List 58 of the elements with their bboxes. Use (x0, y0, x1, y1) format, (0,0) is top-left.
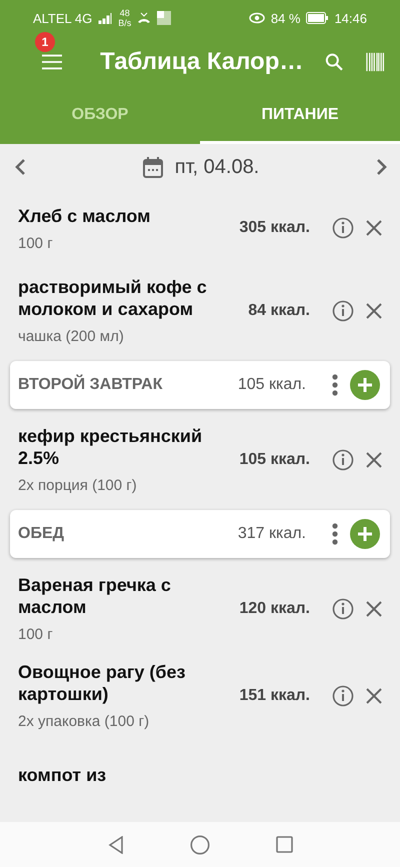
add-food-icon[interactable] (350, 519, 380, 549)
remove-icon[interactable] (366, 688, 382, 704)
tab[interactable]: ПИТАНИЕ (200, 88, 400, 144)
calendar-icon (142, 156, 163, 178)
speed-value: 48 (120, 8, 130, 18)
food-calories: 305 ккал. (239, 219, 310, 237)
eye-icon (248, 12, 265, 24)
remove-icon[interactable] (366, 452, 382, 468)
clock: 14:46 (334, 10, 367, 26)
tab[interactable]: ОБЗОР (0, 88, 200, 144)
back-icon[interactable] (108, 836, 124, 854)
food-portion: 2x упаковка (100 г) (18, 713, 150, 730)
missed-call-icon (137, 12, 152, 24)
meal-calories: 105 ккал. (238, 376, 306, 394)
info-icon[interactable] (332, 598, 354, 620)
food-portion: 100 г (18, 234, 54, 252)
food-calories: 105 ккал. (239, 450, 310, 468)
remove-icon[interactable] (366, 302, 382, 318)
battery-percent: 84 % (270, 10, 300, 26)
speed-unit: B/s (118, 18, 132, 28)
signal-icon (98, 12, 112, 24)
search-icon[interactable] (325, 52, 344, 72)
info-icon[interactable] (332, 684, 354, 706)
carrier-label: ALTEL 4G (33, 10, 92, 26)
more-options-icon[interactable] (332, 523, 338, 545)
app-notification-icon (157, 11, 172, 25)
food-name: компот из (18, 764, 108, 786)
next-day-icon[interactable] (376, 158, 388, 176)
food-calories: 151 ккал. (239, 686, 310, 704)
info-icon[interactable] (332, 217, 354, 239)
food-portion: 2x порция (100 г) (18, 477, 138, 494)
food-name: Хлеб с маслом (18, 204, 152, 226)
food-name: растворимый кофе с молоком и сахаром (18, 276, 208, 320)
barcode-icon[interactable] (366, 52, 384, 72)
menu-icon[interactable] (42, 54, 62, 70)
add-food-icon[interactable] (350, 370, 380, 400)
recent-apps-icon[interactable] (276, 836, 292, 853)
food-portion: 100 г (18, 626, 54, 643)
meal-name: ВТОРОЙ ЗАВТРАК (18, 376, 164, 394)
more-options-icon[interactable] (332, 374, 338, 396)
info-icon[interactable] (332, 448, 354, 470)
previous-day-icon[interactable] (14, 158, 26, 176)
remove-icon[interactable] (366, 600, 382, 616)
home-icon[interactable] (190, 834, 210, 854)
food-calories: 84 ккал. (248, 302, 310, 320)
food-name: Вареная гречка с маслом (18, 574, 172, 618)
date-label[interactable]: пт, 04.08. (174, 156, 260, 178)
food-calories: 120 ккал. (239, 600, 310, 618)
app-title: Таблица Калор… (100, 48, 304, 76)
food-name: кефир крестьянский 2.5% (18, 425, 204, 469)
remove-icon[interactable] (366, 220, 382, 236)
food-name: Овощное рагу (без картошки) (18, 661, 186, 705)
battery-icon (306, 12, 328, 24)
food-portion: чашка (200 мл) (18, 328, 125, 345)
info-icon[interactable] (332, 300, 354, 322)
notification-badge: 1 (35, 32, 55, 52)
meal-name: ОБЕД (18, 525, 66, 543)
meal-calories: 317 ккал. (238, 525, 306, 543)
